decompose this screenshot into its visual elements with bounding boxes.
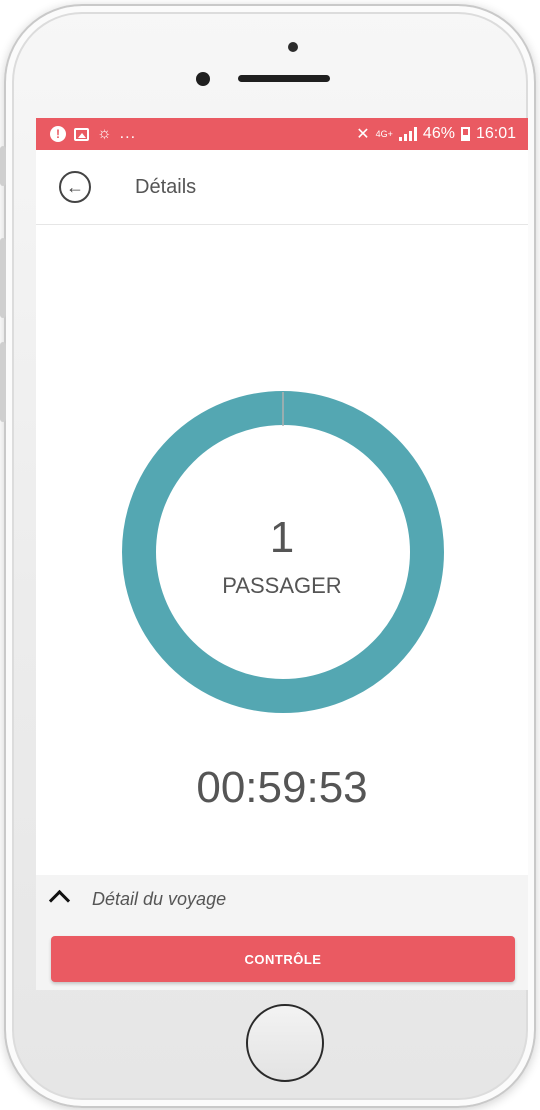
- weather-icon: ☼: [97, 125, 112, 142]
- app-screen: ! ☼ ... ✕ 4G+ 46% 16:01 ← Détails 1 PASS…: [36, 118, 528, 990]
- action-area: CONTRÔLE: [36, 925, 528, 990]
- trip-detail-label: Détail du voyage: [92, 889, 227, 909]
- back-button[interactable]: ←: [59, 171, 91, 203]
- status-system: ✕ 4G+ 46% 16:01: [356, 118, 516, 150]
- status-bar: ! ☼ ... ✕ 4G+ 46% 16:01: [36, 118, 528, 150]
- battery-percent: 46%: [422, 125, 455, 142]
- phone-volume-down: [0, 342, 6, 422]
- passenger-label: PASSAGER: [222, 573, 342, 598]
- phone-volume-up: [0, 238, 6, 318]
- passenger-count: 1: [269, 513, 295, 562]
- home-button[interactable]: [246, 1004, 324, 1082]
- proximity-sensor: [196, 72, 210, 86]
- countdown-timer: 00:59:53: [196, 763, 368, 812]
- chevron-up-icon: [48, 889, 71, 912]
- arrow-left-icon: ←: [66, 177, 84, 197]
- signal-icon: [398, 127, 417, 141]
- battery-icon: [460, 127, 470, 141]
- status-overflow: ...: [119, 125, 137, 142]
- front-camera: [288, 42, 298, 52]
- phone-mute-switch: [0, 146, 6, 186]
- trip-detail-toggle[interactable]: Détail du voyage: [36, 875, 528, 925]
- status-notifications: ! ☼ ...: [50, 118, 136, 150]
- controle-button[interactable]: CONTRÔLE: [51, 936, 515, 982]
- earpiece-speaker: [238, 75, 330, 82]
- mute-icon: ✕: [356, 126, 370, 143]
- network-type: 4G+: [375, 128, 393, 139]
- app-bar: ← Détails: [36, 150, 528, 225]
- clock: 16:01: [475, 125, 516, 142]
- page-title: Détails: [135, 176, 197, 198]
- alert-icon: !: [50, 126, 66, 142]
- image-icon: [74, 127, 89, 141]
